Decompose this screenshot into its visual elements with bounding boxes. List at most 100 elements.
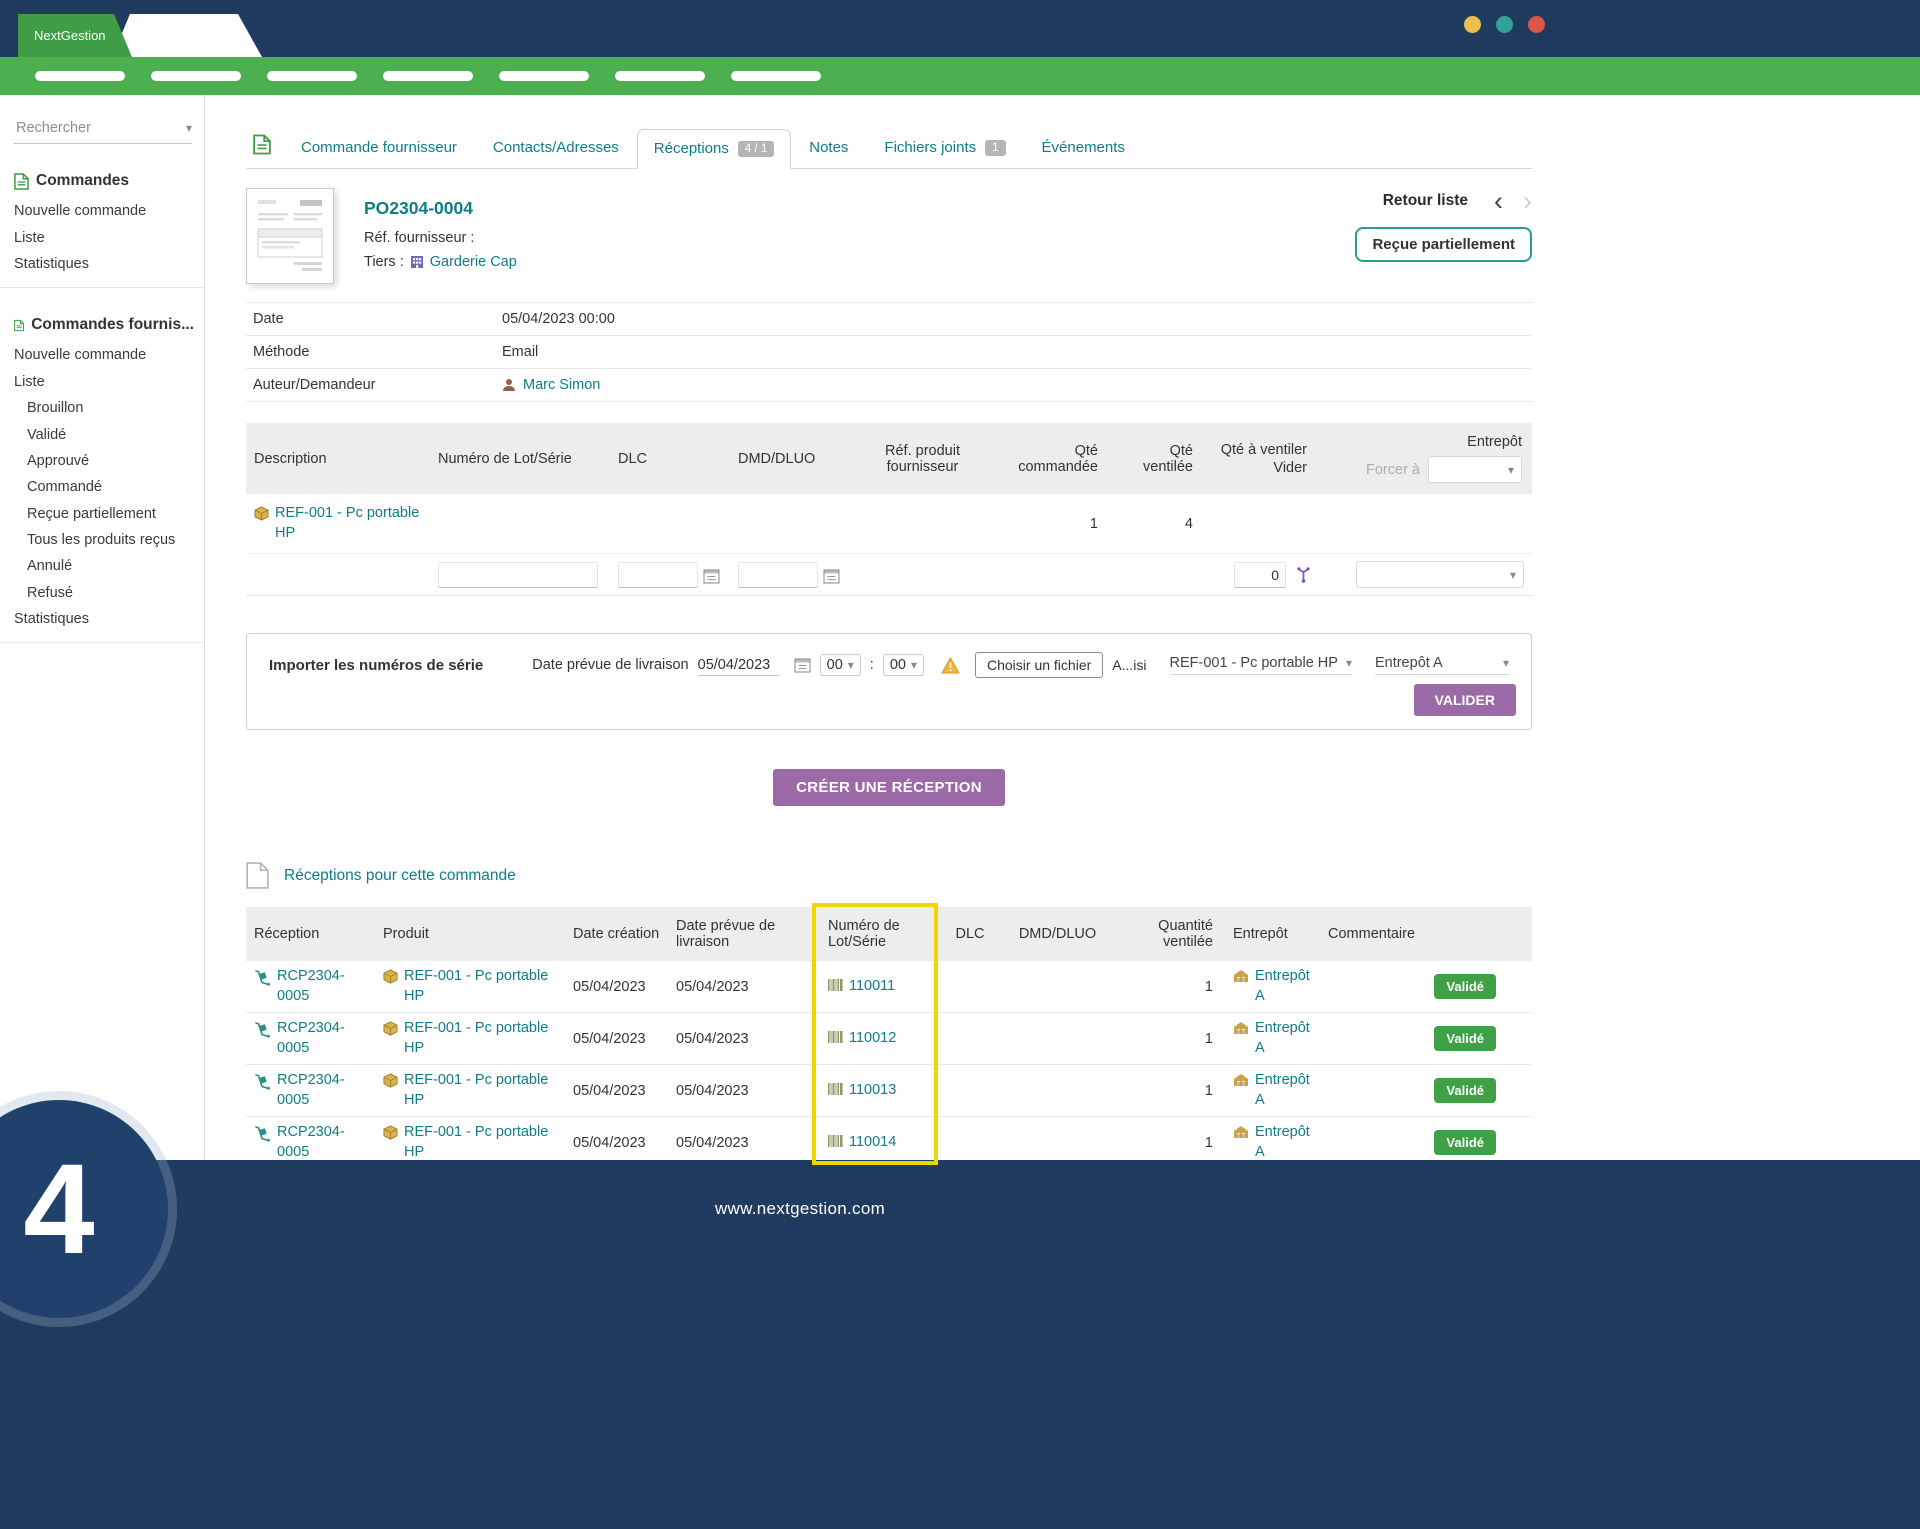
calendar-icon[interactable] [794,657,811,673]
col-dmd-dluo: DMD/DLUO [730,445,850,473]
col-entrepot: Entrepôt Forcer à ▾ [1315,428,1532,489]
page-icon [246,862,269,889]
sidebar-item-approuve[interactable]: Approuvé [14,448,194,474]
col-date-creation: Date création [565,920,668,948]
caret-down-icon: ▾ [1510,568,1516,582]
detail-row-auteur: Auteur/Demandeur Marc Simon [246,369,1532,402]
main-menubar [0,57,1920,95]
warehouse-link[interactable]: Entrepôt A [1255,1071,1312,1110]
tab-contacts-adresses[interactable]: Contacts/Adresses [475,139,637,168]
create-reception-row: CRÉER UNE RÉCEPTION [246,769,1532,806]
menu-item-redacted[interactable] [35,71,125,81]
search-box[interactable]: ▾ [14,119,192,144]
sidebar-item-brouillon[interactable]: Brouillon [14,395,194,421]
sidebar-item-annule[interactable]: Annulé [14,553,194,579]
page: NextGestion ▾ Commandes Nouvelle command… [0,0,1920,1529]
detail-row-date: Date 05/04/2023 00:00 [246,303,1532,336]
sidebar-item-tous-produits-recus[interactable]: Tous les produits reçus [14,527,194,553]
third-party-label: Tiers : [364,254,404,270]
back-to-list-link[interactable]: Retour liste [1383,192,1468,210]
choose-file-button[interactable]: Choisir un fichier [975,652,1103,678]
sidebar-item-valide[interactable]: Validé [14,421,194,447]
warehouse-a-select[interactable]: Entrepôt A ▾ [1375,655,1509,675]
window-dot-red-icon [1528,16,1545,33]
caret-down-icon: ▾ [848,658,854,672]
col-dmd-dluo: DMD/DLUO [1010,920,1105,948]
menu-item-redacted[interactable] [615,71,705,81]
serial-link[interactable]: 110014 [849,1133,896,1153]
minute-select[interactable]: 00 ▾ [883,654,924,676]
product-link[interactable]: REF-001 - Pc portable HP [404,1123,557,1162]
import-serials-box: Importer les numéros de série Date prévu… [246,633,1532,730]
warehouse-select[interactable]: ▾ [1356,561,1524,588]
product-link[interactable]: REF-001 - Pc portable HP [404,1071,557,1110]
calendar-icon[interactable] [823,568,840,584]
window-dot-yellow-icon [1464,16,1481,33]
serial-link[interactable]: 110013 [849,1081,896,1101]
qty-to-dispatch-cell [1205,556,1315,594]
col-produit: Produit [375,920,565,948]
sidebar-item-statistiques[interactable]: Statistiques [14,251,194,277]
split-line-icon[interactable] [1296,567,1311,583]
serial-cell: 110014 [820,1127,930,1159]
tab-notes[interactable]: Notes [791,139,866,168]
menu-item-redacted[interactable] [267,71,357,81]
third-party-link[interactable]: Garderie Cap [430,254,517,270]
tab-label: Notes [809,139,848,156]
col-numero-lot: Numéro de Lot/Série [820,912,930,956]
sidebar-item-refuse[interactable]: Refusé [14,580,194,606]
sidebar-item-commande[interactable]: Commandé [14,474,194,500]
author-link[interactable]: Marc Simon [523,377,600,393]
reception-link[interactable]: RCP2304-0005 [277,1019,367,1058]
planned-delivery-date-input[interactable] [698,655,780,676]
valider-button[interactable]: VALIDER [1414,684,1516,716]
date-creation-cell: 05/04/2023 [565,1025,668,1053]
menu-item-redacted[interactable] [151,71,241,81]
window-titlebar: NextGestion [0,0,1920,57]
dlc-date-input[interactable] [618,562,698,588]
col-qte-a-ventiler: Qté à ventiler Vider [1205,436,1315,482]
document-thumbnail[interactable] [246,188,334,284]
warehouse-link[interactable]: Entrepôt A [1255,967,1312,1006]
warehouse-link[interactable]: Entrepôt A [1255,1123,1312,1162]
reception-link[interactable]: RCP2304-0005 [277,1123,367,1162]
sidebar-item-nouvelle-commande-fournisseur[interactable]: Nouvelle commande [14,342,194,368]
product-select[interactable]: REF-001 - Pc portable HP ▾ [1170,655,1352,675]
clear-link[interactable]: Vider [1213,460,1307,476]
sidebar-section-commandes-fournisseurs: Commandes fournis... Nouvelle commande L… [0,316,204,632]
receptions-table-header: Réception Produit Date création Date pré… [246,907,1532,961]
reception-link[interactable]: RCP2304-0005 [277,1071,367,1110]
lot-serial-input[interactable] [438,562,598,588]
search-input[interactable] [14,119,154,137]
order-identity: PO2304-0004 Réf. fournisseur : Tiers : G… [364,188,517,284]
tab-commande-fournisseur[interactable]: Commande fournisseur [283,139,475,168]
dmd-date-input[interactable] [738,562,818,588]
force-warehouse-select[interactable]: ▾ [1428,456,1522,483]
qty-to-dispatch-input[interactable] [1234,562,1286,588]
sidebar-section-title: Commandes fournis... [14,316,194,334]
sidebar-item-liste[interactable]: Liste [14,224,194,250]
sidebar-item-nouvelle-commande[interactable]: Nouvelle commande [14,198,194,224]
product-link[interactable]: REF-001 - Pc portable HP [275,504,422,543]
sidebar-item-liste-fournisseur[interactable]: Liste [14,369,194,395]
tab-receptions[interactable]: Réceptions 4 / 1 [637,129,791,169]
warehouse-link[interactable]: Entrepôt A [1255,1019,1312,1058]
menu-item-redacted[interactable] [499,71,589,81]
product-link[interactable]: REF-001 - Pc portable HP [404,967,557,1006]
hour-select[interactable]: 00 ▾ [820,654,861,676]
menu-item-redacted[interactable] [383,71,473,81]
qty-cell: 1 [1105,973,1225,1001]
chevron-left-icon[interactable]: ‹ [1494,192,1503,210]
warehouse-cell: Entrepôt A [1225,1013,1320,1064]
reception-link[interactable]: RCP2304-0005 [277,967,367,1006]
serial-link[interactable]: 110011 [849,977,895,997]
tab-evenements[interactable]: Événements [1024,139,1143,168]
calendar-icon[interactable] [703,568,720,584]
serial-link[interactable]: 110012 [849,1029,896,1049]
product-link[interactable]: REF-001 - Pc portable HP [404,1019,557,1058]
create-reception-button[interactable]: CRÉER UNE RÉCEPTION [773,769,1005,806]
sidebar-item-statistiques-fournisseur[interactable]: Statistiques [14,606,194,632]
tab-fichiers-joints[interactable]: Fichiers joints 1 [866,139,1023,168]
menu-item-redacted[interactable] [731,71,821,81]
sidebar-item-recue-partiellement[interactable]: Reçue partiellement [14,501,194,527]
